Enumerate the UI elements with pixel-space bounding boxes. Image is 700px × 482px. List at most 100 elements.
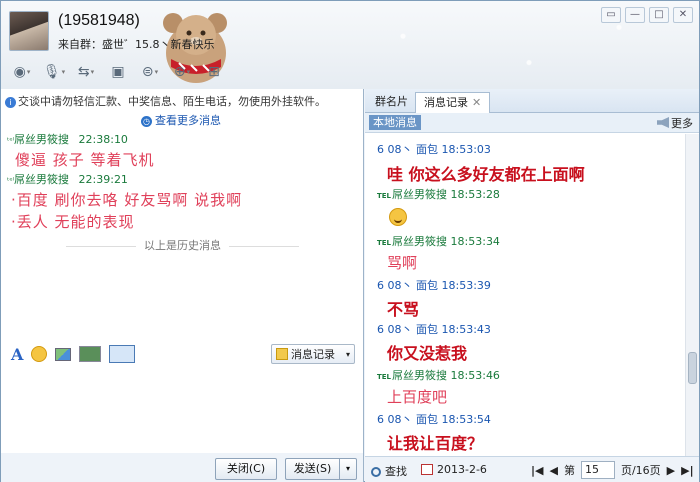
screenshot-icon[interactable]	[79, 346, 102, 362]
voice-call-icon[interactable]: 🎙 ▾	[41, 61, 67, 83]
chevron-down-icon: ▾	[345, 349, 350, 359]
tel-badge-icon: TEL	[377, 192, 392, 200]
sender-name[interactable]: 6 08丶 面包	[377, 323, 438, 336]
sender-name[interactable]: 屌丝男筱搜	[14, 173, 69, 186]
skin-button[interactable]: ▭	[601, 7, 621, 23]
tab-message-log-label: 消息记录	[424, 96, 468, 109]
history-text: 哇 你这么多好友都在上面啊	[387, 165, 585, 184]
contact-name: (19581948)	[58, 12, 140, 29]
message-log-icon	[276, 348, 288, 360]
sender-name[interactable]: 屌丝男筱搜	[392, 235, 447, 248]
app-icon[interactable]: ⊞	[201, 61, 227, 83]
close-button[interactable]: 关闭(C)	[215, 458, 277, 480]
message-time: 18:53:03	[441, 143, 491, 156]
create-discussion-icon[interactable]: ⊕ ▾	[169, 61, 195, 83]
toolbar: ◉ ▾ 🎙 ▾ ⇆ ▾ ▣ ⊜ ▾ ⊕ ▾ ⊞	[9, 61, 227, 83]
send-button-row: 关闭(C) 发送(S) ▾	[1, 453, 363, 482]
sender-name[interactable]: 屌丝男筱搜	[392, 188, 447, 201]
history-text: 骂啊	[387, 254, 418, 272]
share-screen-icon[interactable]: ⊜ ▾	[137, 61, 163, 83]
message-log-button[interactable]: 消息记录 ▾	[271, 344, 355, 364]
page-input[interactable]: 15	[580, 461, 615, 479]
page-prefix: 第	[563, 464, 575, 477]
sender-name[interactable]: 6 08丶 面包	[377, 279, 438, 292]
last-page-icon[interactable]: ▶|	[681, 464, 693, 477]
message-time: 18:53:43	[441, 323, 491, 336]
sender-name[interactable]: 6 08丶 面包	[377, 143, 438, 156]
history-header: TEL屌丝男筱搜 18:53:46	[377, 367, 500, 383]
first-page-icon[interactable]: |◀	[531, 464, 543, 477]
sender-badge-icon: ᵗᵉˡ	[7, 176, 15, 185]
message-time: 22:38:10	[78, 133, 128, 146]
avatar[interactable]	[9, 11, 49, 51]
history-scrollbar[interactable]	[685, 134, 699, 456]
video-call-icon[interactable]: ◉ ▾	[9, 61, 35, 83]
window-controls: ▭ — □ ✕	[601, 7, 693, 23]
date-picker[interactable]: 2013-2-6	[421, 463, 487, 476]
tab-group-card[interactable]: 群名片	[367, 92, 416, 113]
tel-badge-icon: TEL	[377, 373, 392, 381]
message-text: ·丢人 无能的表现	[11, 213, 135, 231]
sender-name[interactable]: 屌丝男筱搜	[14, 133, 69, 146]
history-header: 6 08丶 面包 18:53:43	[377, 321, 491, 337]
message-input[interactable]	[1, 369, 363, 453]
capture-icon[interactable]	[109, 345, 136, 363]
log-subbar: 本地消息 更多	[365, 113, 699, 133]
send-options-button[interactable]: ▾	[339, 458, 357, 480]
tab-message-log[interactable]: 消息记录 ✕	[415, 92, 491, 113]
history-header: 6 08丶 面包 18:53:03	[377, 141, 491, 157]
message-time: 18:53:39	[441, 279, 491, 292]
view-more-messages-link[interactable]: ◷ 查看更多消息	[141, 112, 221, 128]
prev-page-icon[interactable]: ◀	[549, 464, 557, 477]
message-time: 18:53:28	[450, 188, 500, 201]
more-button[interactable]: 更多	[657, 115, 693, 131]
pagination: |◀ ◀ 第 15 页/16页 ▶ ▶|	[531, 461, 694, 479]
side-panel: 群名片 消息记录 ✕ 本地消息 更多 6 08丶 面包 18:53:03 哇 你这…	[365, 89, 699, 482]
history-header: 6 08丶 面包 18:53:39	[377, 277, 491, 293]
history-footer: 查找 2013-2-6 |◀ ◀ 第 15 页/16页 ▶ ▶|	[365, 456, 699, 482]
message-time: 18:53:54	[441, 413, 491, 426]
message-time: 22:39:21	[78, 173, 128, 186]
message-header: ᵗᵉˡ屌丝男筱搜 22:39:21	[7, 171, 128, 187]
font-icon[interactable]: A	[11, 345, 23, 364]
clock-icon: ◷	[141, 116, 152, 127]
message-text: 傻逼 孩子 等着飞机	[15, 151, 155, 169]
message-time: 18:53:34	[450, 235, 500, 248]
close-tab-icon[interactable]: ✕	[472, 96, 481, 109]
maximize-button[interactable]: □	[649, 7, 669, 23]
more-label: 更多	[671, 117, 693, 130]
transfer-file-icon[interactable]: ⇆ ▾	[73, 61, 99, 83]
date-value: 2013-2-6	[437, 463, 487, 476]
close-window-button[interactable]: ✕	[673, 7, 693, 23]
local-messages-tag[interactable]: 本地消息	[369, 115, 421, 130]
notice-text: 交谈中请勿轻信汇款、中奖信息、陌生电话，勿使用外挂软件。	[18, 95, 326, 108]
message-text: ·百度 刷你去咯 好友骂啊 说我啊	[11, 191, 243, 209]
tel-badge-icon: TEL	[377, 239, 392, 247]
view-more-label: 查看更多消息	[155, 114, 221, 127]
speaker-icon	[657, 117, 669, 128]
side-tabs: 群名片 消息记录 ✕	[365, 89, 699, 113]
next-page-icon[interactable]: ▶	[667, 464, 675, 477]
history-text: 让我让百度？	[387, 434, 484, 453]
emoticon-icon[interactable]	[31, 346, 48, 362]
chat-pane: i 交谈中请勿轻信汇款、中奖信息、陌生电话，勿使用外挂软件。 ◷ 查看更多消息 ᵗᵉ…	[1, 89, 364, 482]
history-header: TEL屌丝男筱搜 18:53:28	[377, 186, 500, 202]
find-label: 查找	[385, 465, 407, 478]
sender-name[interactable]: 屌丝男筱搜	[392, 369, 447, 382]
scrollbar-thumb[interactable]	[688, 352, 697, 384]
sender-name[interactable]: 6 08丶 面包	[377, 413, 438, 426]
history-divider: 以上是历史消息	[1, 237, 364, 253]
history-list: 6 08丶 面包 18:53:03 哇 你这么多好友都在上面啊 TEL屌丝男筱搜…	[365, 134, 685, 456]
send-button[interactable]: 发送(S)	[285, 458, 339, 480]
history-header: 6 08丶 面包 18:53:54	[377, 411, 491, 427]
find-button[interactable]: 查找	[371, 463, 407, 479]
sender-badge-icon: ᵗᵉˡ	[7, 136, 15, 145]
chat-window: (19581948) 来自群：盛世゛15.8丶新春快乐 ▭ — □ ✕ ◉ ▾ 🎙…	[0, 0, 700, 482]
message-header: ᵗᵉˡ屌丝男筱搜 22:38:10	[7, 131, 128, 147]
image-icon[interactable]	[55, 347, 72, 361]
message-log-label: 消息记录	[291, 348, 335, 361]
remote-desktop-icon[interactable]: ▣	[105, 61, 131, 83]
minimize-button[interactable]: —	[625, 7, 645, 23]
emoji-icon	[389, 208, 407, 226]
calendar-icon	[421, 464, 433, 475]
